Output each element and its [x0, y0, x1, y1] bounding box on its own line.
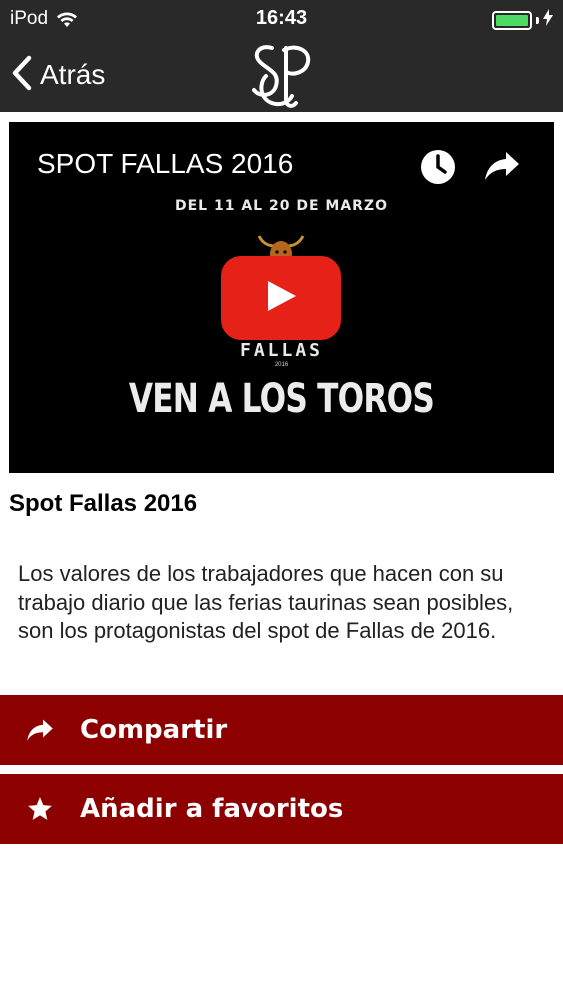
- share-label: Compartir: [80, 715, 228, 745]
- back-label: Atrás: [40, 59, 106, 90]
- status-bar: iPod 16:43: [0, 0, 563, 38]
- play-button[interactable]: [221, 256, 341, 340]
- play-icon: [264, 279, 298, 318]
- status-time: 16:43: [255, 7, 308, 29]
- bolt-icon: [543, 9, 553, 31]
- article-title: Spot Fallas 2016: [9, 490, 198, 517]
- poster-event: FALLAS: [239, 340, 324, 361]
- article-description: Los valores de los trabajadores que hace…: [18, 561, 514, 643]
- video-title: SPOT FALLAS 2016: [37, 148, 294, 179]
- poster-tagline: VEN A LOS TOROS: [128, 376, 435, 422]
- share-button[interactable]: Compartir: [0, 695, 563, 765]
- poster-year: 2016: [274, 362, 289, 368]
- clock-icon[interactable]: [419, 148, 457, 191]
- back-button[interactable]: Atrás: [10, 52, 105, 98]
- battery-indicator: [492, 9, 553, 31]
- star-icon: [0, 796, 80, 822]
- add-to-favorites-button[interactable]: Añadir a favoritos: [0, 774, 563, 844]
- video-player[interactable]: SPOT FALLAS 2016 DEL 11 AL 20 DE MARZO F…: [9, 122, 554, 473]
- sp-logo: [246, 40, 318, 110]
- share-arrow-icon[interactable]: [484, 150, 520, 187]
- poster-dates: DEL 11 AL 20 DE MARZO: [175, 198, 388, 214]
- favorite-label: Añadir a favoritos: [80, 794, 344, 824]
- navigation-bar: iPod 16:43 Atrás: [0, 0, 563, 112]
- battery-full-icon: [492, 10, 532, 30]
- share-arrow-icon: [0, 718, 80, 742]
- chevron-left-icon: [10, 55, 32, 96]
